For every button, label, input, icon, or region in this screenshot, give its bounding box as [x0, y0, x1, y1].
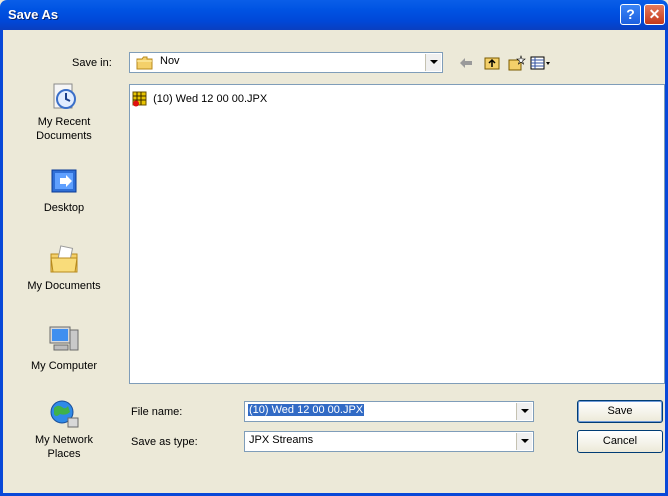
list-item[interactable]: (10) Wed 12 00 00.JPX [132, 91, 267, 107]
chevron-down-icon[interactable] [516, 433, 532, 450]
places-bar: My Recent Documents Desktop My Documents… [8, 80, 120, 470]
help-icon: ? [626, 6, 635, 22]
save-as-type-value: JPX Streams [249, 434, 314, 446]
save-in-label: Save in: [72, 57, 112, 69]
place-desktop[interactable]: Desktop [8, 166, 120, 215]
file-name: (10) Wed 12 00 00.JPX [153, 93, 268, 105]
save-button[interactable]: Save [577, 400, 663, 423]
my-documents-icon [48, 244, 80, 276]
network-places-icon [48, 398, 80, 430]
file-list-view[interactable]: (10) Wed 12 00 00.JPX [129, 84, 665, 384]
save-as-type-label: Save as type: [131, 436, 198, 448]
save-as-type-dropdown[interactable]: JPX Streams [244, 431, 534, 452]
folder-icon [136, 56, 154, 70]
recent-documents-icon [48, 80, 80, 112]
cancel-button[interactable]: Cancel [577, 430, 663, 453]
new-folder-icon[interactable] [508, 55, 526, 71]
close-button[interactable]: ✕ [644, 4, 665, 25]
place-label: My Documents [27, 280, 101, 292]
save-in-dropdown[interactable]: Nov [129, 52, 443, 73]
window-frame-left [0, 30, 3, 496]
file-name-label: File name: [131, 406, 183, 418]
place-my-computer[interactable]: My Computer [8, 324, 120, 373]
close-icon: ✕ [648, 6, 661, 22]
place-label: Desktop [43, 202, 85, 214]
jpx-file-icon [132, 91, 148, 107]
place-my-documents[interactable]: My Documents [8, 244, 120, 293]
back-arrow-icon[interactable] [458, 55, 474, 71]
chevron-down-icon[interactable] [425, 54, 441, 71]
desktop-icon [48, 166, 80, 198]
place-my-recent-documents[interactable]: My Recent Documents [8, 80, 120, 143]
window-title: Save As [8, 7, 59, 22]
place-my-network-places[interactable]: My Network Places [8, 398, 120, 461]
place-label: Documents [36, 130, 92, 142]
place-label: Places [47, 448, 81, 460]
chevron-down-icon[interactable] [516, 403, 532, 420]
my-computer-icon [48, 324, 80, 356]
file-name-input[interactable]: (10) Wed 12 00 00.JPX [244, 401, 534, 422]
view-menu-icon[interactable] [530, 55, 552, 71]
place-label: My Network [34, 434, 94, 446]
save-as-dialog: Save As ? ✕ Save in: Nov My Recent Docum… [0, 0, 668, 496]
up-folder-icon[interactable] [484, 55, 500, 71]
help-button[interactable]: ? [620, 4, 641, 25]
file-name-input-value: (10) Wed 12 00 00.JPX [248, 404, 365, 416]
current-folder-name: Nov [160, 55, 180, 67]
place-label: My Computer [30, 360, 98, 372]
title-bar[interactable]: Save As ? ✕ [0, 0, 668, 30]
place-label: My Recent [37, 116, 91, 128]
